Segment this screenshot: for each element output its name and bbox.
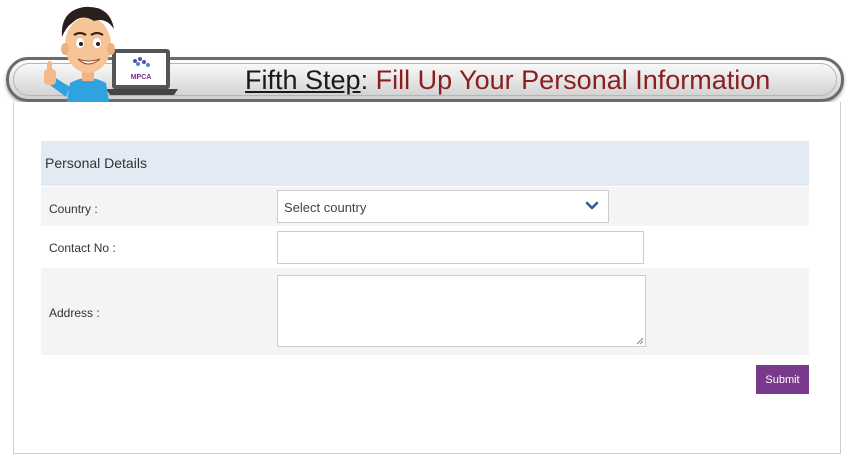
- heading-title: Fill Up Your Personal Information: [375, 65, 771, 95]
- laptop-logo-text: MPCA: [131, 74, 152, 81]
- mascot-illustration: MPCA: [44, 6, 178, 107]
- address-textarea[interactable]: [277, 275, 646, 347]
- contact-label: Contact No :: [49, 241, 116, 255]
- chevron-down-icon: [586, 201, 598, 210]
- resize-grip-icon[interactable]: [636, 337, 644, 345]
- country-label: Country :: [49, 202, 98, 216]
- country-select[interactable]: Select country: [277, 190, 609, 223]
- submit-button[interactable]: Submit: [756, 365, 809, 394]
- personal-details-header: Personal Details: [41, 141, 809, 186]
- step-label: Fifth Step: [245, 65, 361, 95]
- country-select-value: Select country: [284, 200, 367, 215]
- page-heading: Fifth Step: Fill Up Your Personal Inform…: [245, 64, 770, 96]
- address-label: Address :: [49, 306, 100, 320]
- country-row: Country : Select country: [41, 187, 809, 226]
- section-title: Personal Details: [45, 155, 147, 171]
- heading-colon: :: [360, 65, 369, 95]
- contact-row: Contact No :: [41, 227, 809, 267]
- contact-input[interactable]: [277, 231, 644, 264]
- address-row: Address :: [41, 268, 809, 355]
